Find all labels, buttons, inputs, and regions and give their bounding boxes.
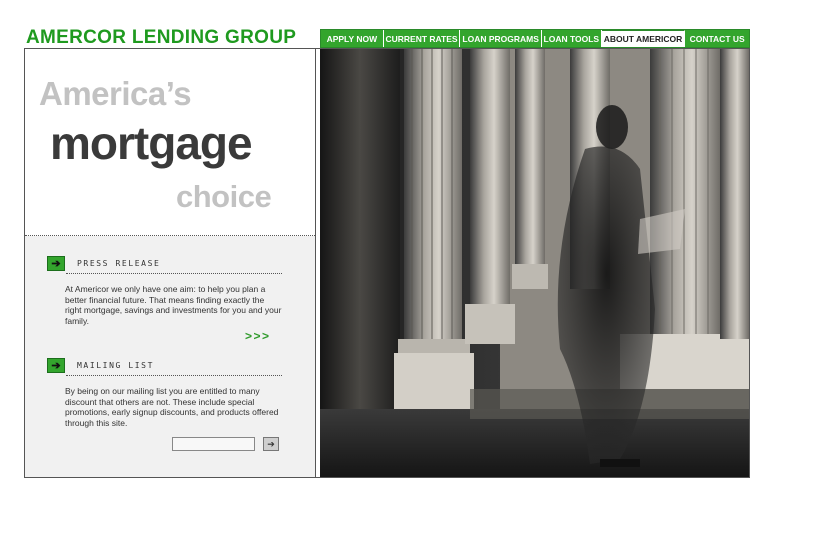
hero-tagline: America’s mortgage choice: [25, 49, 315, 236]
arrow-right-icon[interactable]: ➔: [47, 256, 65, 271]
divider: [66, 375, 282, 376]
left-panel: America’s mortgage choice ➔ PRESS RELEAS…: [25, 49, 316, 477]
submit-button[interactable]: ➔: [263, 437, 279, 451]
nav-loan-programs[interactable]: LOAN PROGRAMS: [460, 30, 542, 47]
main-nav: APPLY NOW CURRENT RATES LOAN PROGRAMS LO…: [320, 29, 750, 48]
mailing-list-text: By being on our mailing list you are ent…: [65, 386, 279, 428]
nav-current-rates[interactable]: CURRENT RATES: [383, 30, 461, 47]
colonnade-photo: [320, 49, 749, 477]
nav-about-americor[interactable]: ABOUT AMERICOR: [601, 30, 686, 47]
tagline-americas: America’s: [39, 75, 192, 112]
email-field[interactable]: [172, 437, 255, 451]
read-more-link[interactable]: >>>: [245, 329, 271, 343]
tagline-mortgage: mortgage: [50, 117, 253, 169]
tagline-choice: choice: [176, 179, 272, 214]
press-release-header[interactable]: ➔ PRESS RELEASE: [47, 256, 160, 271]
nav-contact-us[interactable]: CONTACT US: [685, 30, 749, 47]
site-logo[interactable]: AMERCOR LENDING GROUP: [26, 27, 296, 49]
hero-photo: [320, 49, 749, 477]
nav-loan-tools[interactable]: LOAN TOOLS: [541, 30, 602, 47]
press-release-text: At Americor we only have one aim: to hel…: [65, 284, 282, 326]
press-release-title: PRESS RELEASE: [77, 259, 161, 268]
mailing-list-title: MAILING LIST: [77, 361, 154, 370]
info-panel: ➔ PRESS RELEASE At Americor we only have…: [25, 236, 315, 477]
nav-apply-now[interactable]: APPLY NOW: [321, 30, 384, 47]
arrow-right-icon: ➔: [267, 438, 275, 449]
divider: [66, 273, 282, 274]
content-frame: America’s mortgage choice ➔ PRESS RELEAS…: [24, 48, 750, 478]
mailing-list-header[interactable]: ➔ MAILING LIST: [47, 358, 154, 373]
arrow-right-icon[interactable]: ➔: [47, 358, 65, 373]
